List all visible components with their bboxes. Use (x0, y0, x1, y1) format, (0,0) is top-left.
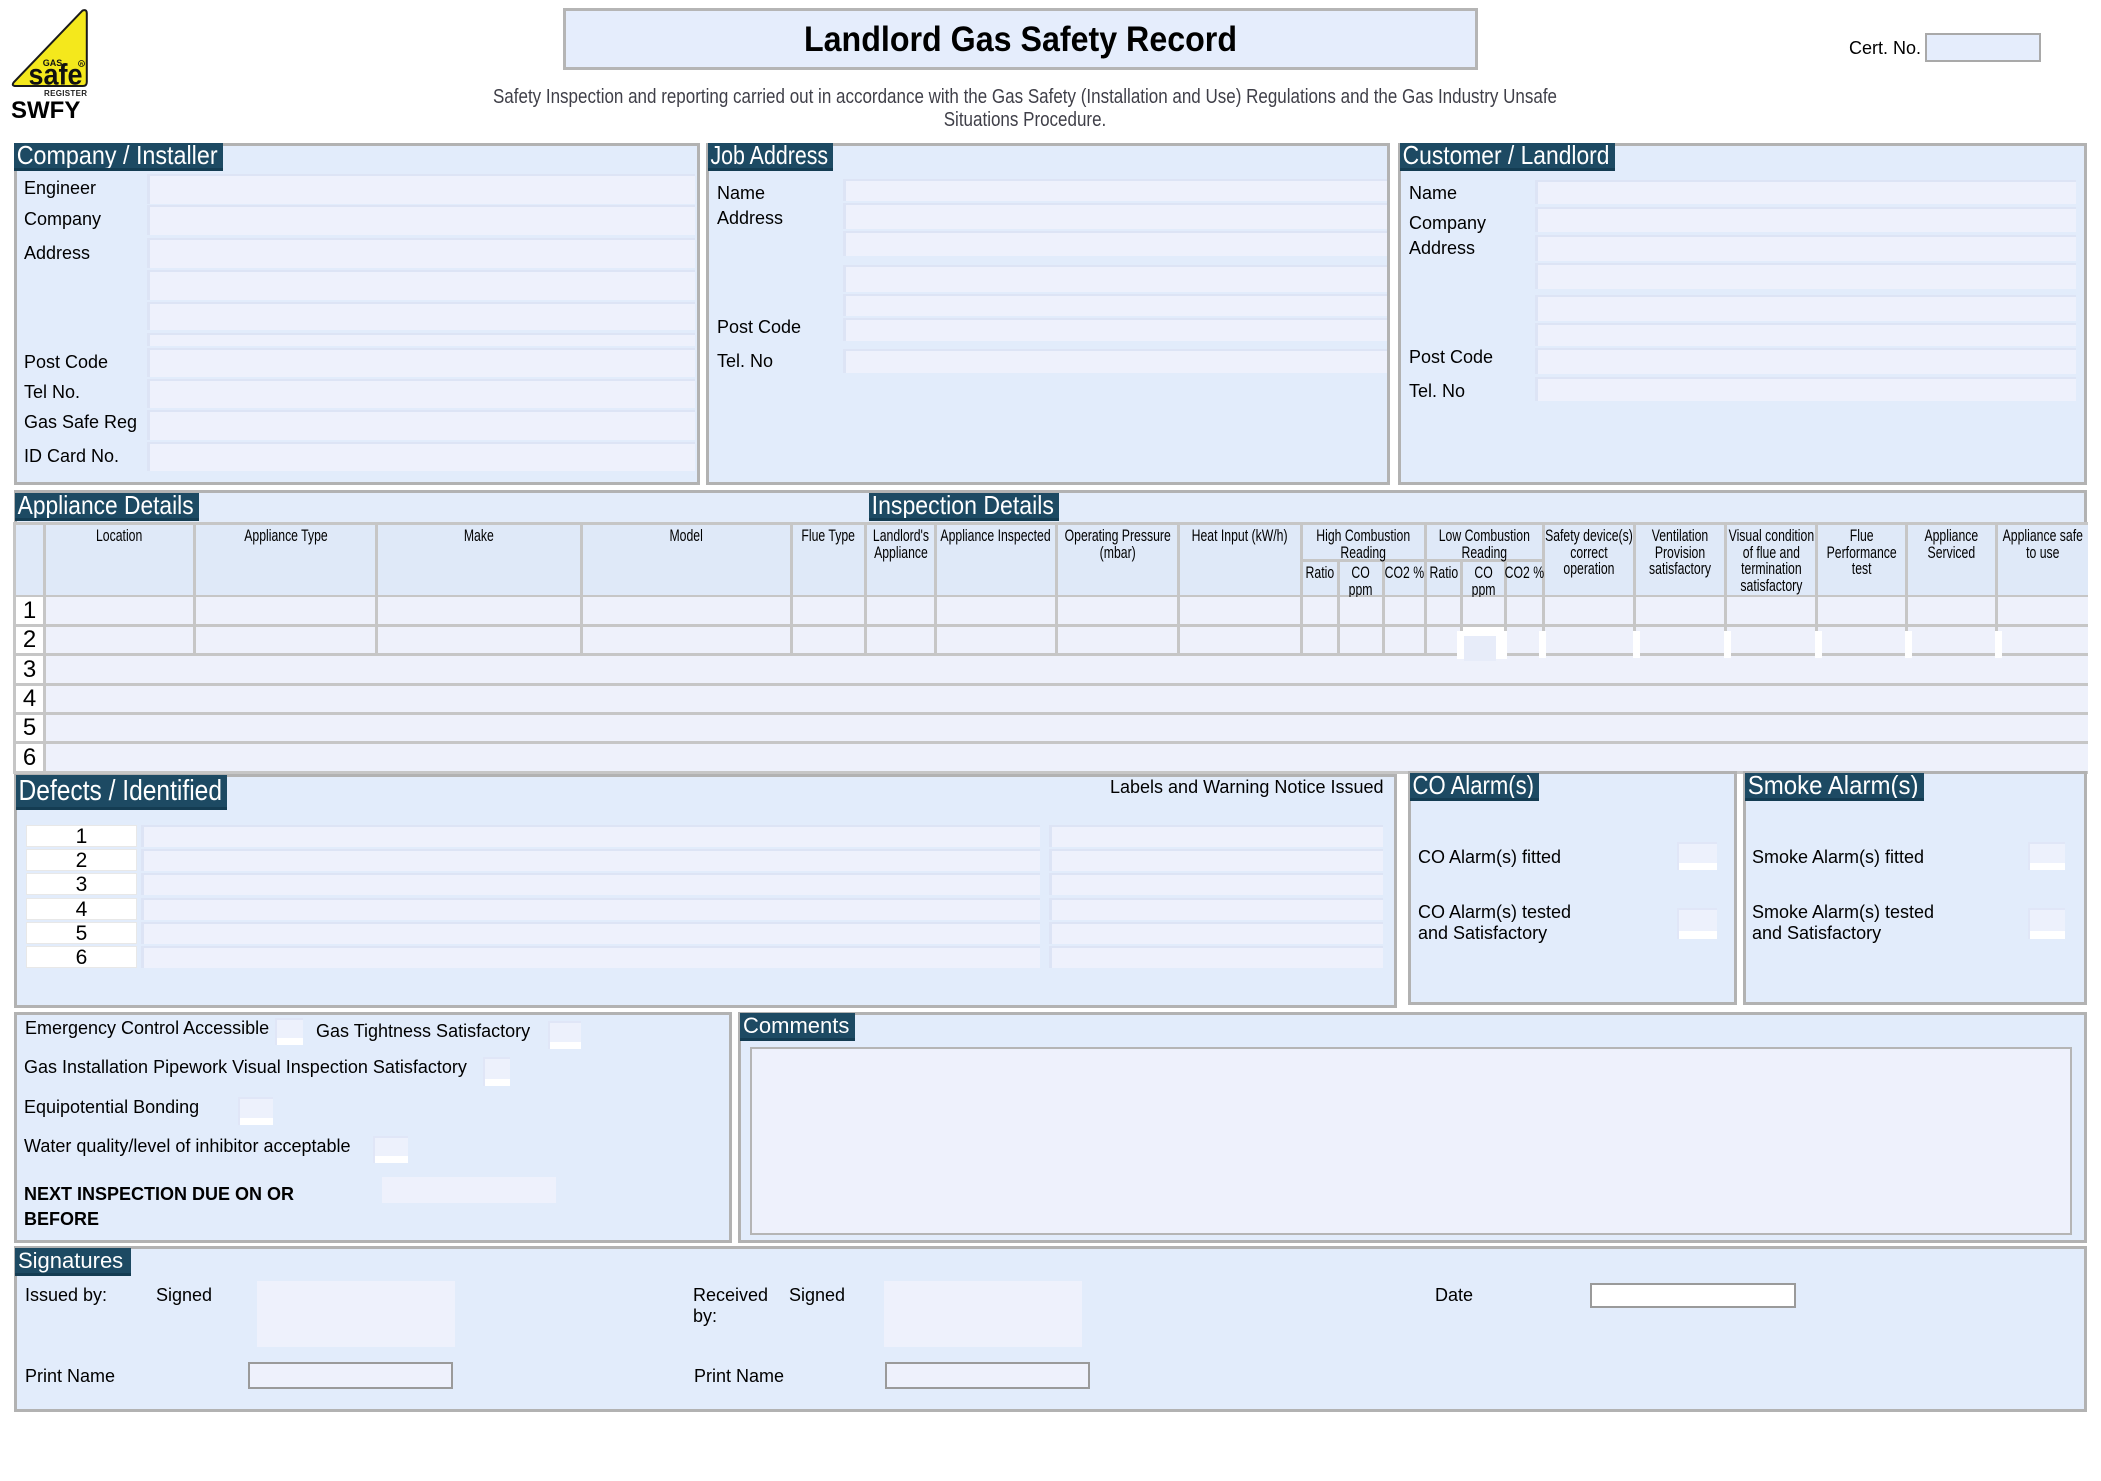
svg-text:safe: safe (29, 59, 83, 89)
